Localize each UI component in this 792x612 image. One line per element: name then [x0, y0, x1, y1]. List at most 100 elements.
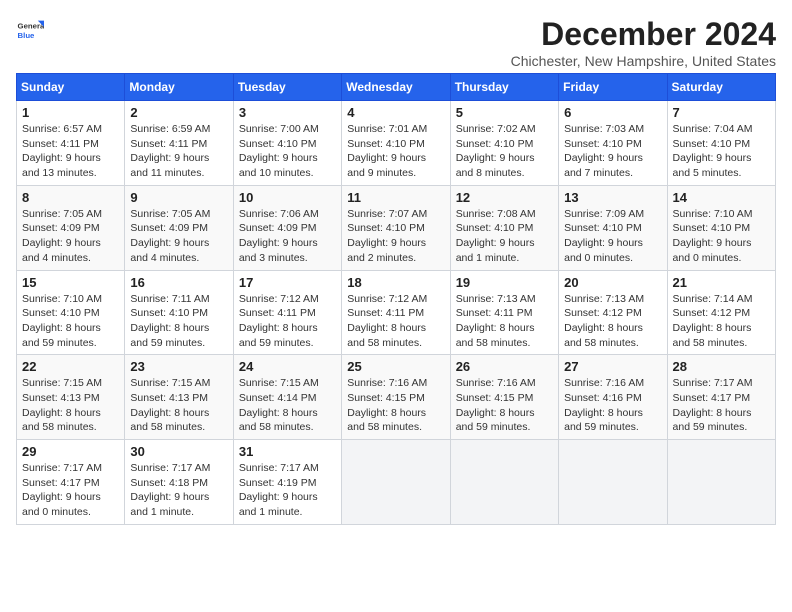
- sunrise-label: Sunrise: 7:12 AM: [239, 293, 319, 305]
- day-info: Sunrise: 7:05 AM Sunset: 4:09 PM Dayligh…: [22, 207, 119, 266]
- day-info: Sunrise: 7:04 AM Sunset: 4:10 PM Dayligh…: [673, 122, 770, 181]
- sunset-label: Sunset: 4:18 PM: [130, 477, 208, 489]
- sunset-label: Sunset: 4:10 PM: [347, 138, 425, 150]
- calendar-cell: 3 Sunrise: 7:00 AM Sunset: 4:10 PM Dayli…: [233, 101, 341, 186]
- day-info: Sunrise: 7:16 AM Sunset: 4:16 PM Dayligh…: [564, 376, 661, 435]
- calendar-cell: 31 Sunrise: 7:17 AM Sunset: 4:19 PM Dayl…: [233, 440, 341, 525]
- day-number: 15: [22, 275, 119, 290]
- day-number: 17: [239, 275, 336, 290]
- calendar-cell: 8 Sunrise: 7:05 AM Sunset: 4:09 PM Dayli…: [17, 185, 125, 270]
- day-info: Sunrise: 7:00 AM Sunset: 4:10 PM Dayligh…: [239, 122, 336, 181]
- calendar-cell: 4 Sunrise: 7:01 AM Sunset: 4:10 PM Dayli…: [342, 101, 450, 186]
- day-info: Sunrise: 7:13 AM Sunset: 4:11 PM Dayligh…: [456, 292, 553, 351]
- daylight-label: Daylight: 9 hours and 5 minutes.: [673, 152, 752, 179]
- day-info: Sunrise: 7:14 AM Sunset: 4:12 PM Dayligh…: [673, 292, 770, 351]
- day-number: 4: [347, 105, 444, 120]
- sunrise-label: Sunrise: 7:16 AM: [347, 377, 427, 389]
- day-number: 10: [239, 190, 336, 205]
- sunrise-label: Sunrise: 7:00 AM: [239, 123, 319, 135]
- day-info: Sunrise: 7:03 AM Sunset: 4:10 PM Dayligh…: [564, 122, 661, 181]
- day-info: Sunrise: 6:57 AM Sunset: 4:11 PM Dayligh…: [22, 122, 119, 181]
- calendar-cell: 27 Sunrise: 7:16 AM Sunset: 4:16 PM Dayl…: [559, 355, 667, 440]
- day-info: Sunrise: 7:15 AM Sunset: 4:13 PM Dayligh…: [22, 376, 119, 435]
- day-number: 29: [22, 444, 119, 459]
- day-number: 16: [130, 275, 227, 290]
- day-number: 1: [22, 105, 119, 120]
- calendar-cell: 15 Sunrise: 7:10 AM Sunset: 4:10 PM Dayl…: [17, 270, 125, 355]
- sunrise-label: Sunrise: 7:05 AM: [130, 208, 210, 220]
- day-number: 27: [564, 359, 661, 374]
- day-number: 12: [456, 190, 553, 205]
- day-info: Sunrise: 7:15 AM Sunset: 4:14 PM Dayligh…: [239, 376, 336, 435]
- daylight-label: Daylight: 8 hours and 59 minutes.: [564, 407, 643, 434]
- calendar-cell: 7 Sunrise: 7:04 AM Sunset: 4:10 PM Dayli…: [667, 101, 775, 186]
- daylight-label: Daylight: 9 hours and 2 minutes.: [347, 237, 426, 264]
- calendar-cell: 5 Sunrise: 7:02 AM Sunset: 4:10 PM Dayli…: [450, 101, 558, 186]
- day-info: Sunrise: 7:17 AM Sunset: 4:17 PM Dayligh…: [673, 376, 770, 435]
- daylight-label: Daylight: 8 hours and 59 minutes.: [673, 407, 752, 434]
- sunrise-label: Sunrise: 6:57 AM: [22, 123, 102, 135]
- sunset-label: Sunset: 4:10 PM: [673, 222, 751, 234]
- day-number: 13: [564, 190, 661, 205]
- sunrise-label: Sunrise: 7:05 AM: [22, 208, 102, 220]
- day-number: 8: [22, 190, 119, 205]
- sunrise-label: Sunrise: 7:15 AM: [130, 377, 210, 389]
- day-info: Sunrise: 7:08 AM Sunset: 4:10 PM Dayligh…: [456, 207, 553, 266]
- day-info: Sunrise: 7:07 AM Sunset: 4:10 PM Dayligh…: [347, 207, 444, 266]
- day-header-friday: Friday: [559, 74, 667, 101]
- day-info: Sunrise: 7:16 AM Sunset: 4:15 PM Dayligh…: [456, 376, 553, 435]
- day-info: Sunrise: 7:11 AM Sunset: 4:10 PM Dayligh…: [130, 292, 227, 351]
- day-info: Sunrise: 7:12 AM Sunset: 4:11 PM Dayligh…: [239, 292, 336, 351]
- sunset-label: Sunset: 4:09 PM: [22, 222, 100, 234]
- calendar-cell: 13 Sunrise: 7:09 AM Sunset: 4:10 PM Dayl…: [559, 185, 667, 270]
- daylight-label: Daylight: 9 hours and 7 minutes.: [564, 152, 643, 179]
- calendar-cell: 17 Sunrise: 7:12 AM Sunset: 4:11 PM Dayl…: [233, 270, 341, 355]
- sunset-label: Sunset: 4:09 PM: [239, 222, 317, 234]
- sunset-label: Sunset: 4:10 PM: [564, 138, 642, 150]
- calendar-cell: 21 Sunrise: 7:14 AM Sunset: 4:12 PM Dayl…: [667, 270, 775, 355]
- day-number: 25: [347, 359, 444, 374]
- sunset-label: Sunset: 4:09 PM: [130, 222, 208, 234]
- sunrise-label: Sunrise: 7:11 AM: [130, 293, 209, 305]
- sunset-label: Sunset: 4:11 PM: [347, 307, 424, 319]
- calendar-week-row: 8 Sunrise: 7:05 AM Sunset: 4:09 PM Dayli…: [17, 185, 776, 270]
- daylight-label: Daylight: 8 hours and 59 minutes.: [130, 322, 209, 349]
- calendar-cell: 10 Sunrise: 7:06 AM Sunset: 4:09 PM Dayl…: [233, 185, 341, 270]
- sunrise-label: Sunrise: 7:04 AM: [673, 123, 753, 135]
- calendar-header-row: SundayMondayTuesdayWednesdayThursdayFrid…: [17, 74, 776, 101]
- sunrise-label: Sunrise: 7:02 AM: [456, 123, 536, 135]
- sunrise-label: Sunrise: 7:16 AM: [456, 377, 536, 389]
- daylight-label: Daylight: 8 hours and 58 minutes.: [239, 407, 318, 434]
- day-number: 2: [130, 105, 227, 120]
- day-info: Sunrise: 7:17 AM Sunset: 4:17 PM Dayligh…: [22, 461, 119, 520]
- sunset-label: Sunset: 4:19 PM: [239, 477, 317, 489]
- sunset-label: Sunset: 4:15 PM: [347, 392, 425, 404]
- header: General Blue December 2024 Chichester, N…: [16, 16, 776, 69]
- day-info: Sunrise: 7:10 AM Sunset: 4:10 PM Dayligh…: [22, 292, 119, 351]
- daylight-label: Daylight: 9 hours and 4 minutes.: [130, 237, 209, 264]
- day-info: Sunrise: 7:06 AM Sunset: 4:09 PM Dayligh…: [239, 207, 336, 266]
- day-info: Sunrise: 7:05 AM Sunset: 4:09 PM Dayligh…: [130, 207, 227, 266]
- day-number: 24: [239, 359, 336, 374]
- sunrise-label: Sunrise: 7:13 AM: [564, 293, 644, 305]
- calendar-cell: 20 Sunrise: 7:13 AM Sunset: 4:12 PM Dayl…: [559, 270, 667, 355]
- calendar-cell: 29 Sunrise: 7:17 AM Sunset: 4:17 PM Dayl…: [17, 440, 125, 525]
- calendar-cell: 28 Sunrise: 7:17 AM Sunset: 4:17 PM Dayl…: [667, 355, 775, 440]
- day-number: 20: [564, 275, 661, 290]
- calendar-cell: [559, 440, 667, 525]
- daylight-label: Daylight: 8 hours and 58 minutes.: [347, 322, 426, 349]
- daylight-label: Daylight: 9 hours and 1 minute.: [130, 491, 209, 518]
- calendar-cell: 24 Sunrise: 7:15 AM Sunset: 4:14 PM Dayl…: [233, 355, 341, 440]
- calendar-cell: [342, 440, 450, 525]
- sunrise-label: Sunrise: 7:17 AM: [22, 462, 102, 474]
- sunrise-label: Sunrise: 6:59 AM: [130, 123, 210, 135]
- sunset-label: Sunset: 4:12 PM: [564, 307, 642, 319]
- calendar-cell: 1 Sunrise: 6:57 AM Sunset: 4:11 PM Dayli…: [17, 101, 125, 186]
- daylight-label: Daylight: 9 hours and 0 minutes.: [673, 237, 752, 264]
- calendar-cell: 26 Sunrise: 7:16 AM Sunset: 4:15 PM Dayl…: [450, 355, 558, 440]
- daylight-label: Daylight: 8 hours and 59 minutes.: [22, 322, 101, 349]
- daylight-label: Daylight: 9 hours and 1 minute.: [456, 237, 535, 264]
- sunrise-label: Sunrise: 7:10 AM: [22, 293, 102, 305]
- day-info: Sunrise: 7:10 AM Sunset: 4:10 PM Dayligh…: [673, 207, 770, 266]
- daylight-label: Daylight: 8 hours and 58 minutes.: [564, 322, 643, 349]
